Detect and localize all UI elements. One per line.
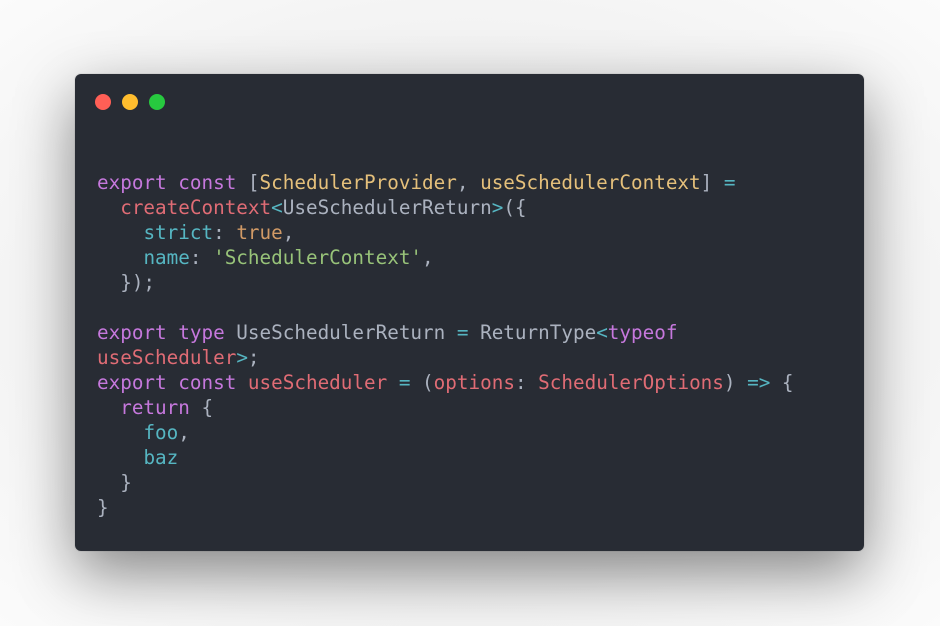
code-token: ReturnType bbox=[468, 321, 597, 344]
code-token: SchedulerOptions bbox=[538, 371, 724, 394]
code-token: < bbox=[596, 321, 608, 344]
code-token: > bbox=[491, 196, 504, 219]
code-line: baz bbox=[97, 445, 794, 470]
code-line: createContext<UseSchedulerReturn>({ bbox=[97, 195, 794, 220]
code-token: }); bbox=[97, 271, 156, 294]
code-token: type bbox=[178, 321, 225, 344]
code-token: return bbox=[120, 396, 190, 419]
code-token: strict bbox=[143, 221, 214, 244]
code-token: [ bbox=[236, 171, 260, 194]
code-token: ; bbox=[247, 346, 260, 369]
code-line: export type UseSchedulerReturn = ReturnT… bbox=[97, 320, 794, 345]
code-token: UseSchedulerReturn bbox=[282, 196, 492, 219]
code-token: = bbox=[456, 321, 469, 344]
maximize-button[interactable] bbox=[149, 94, 165, 110]
code-line: strict: true, bbox=[97, 220, 794, 245]
code-line: return { bbox=[97, 395, 794, 420]
code-token: : bbox=[213, 221, 237, 244]
code-token: , bbox=[456, 171, 481, 194]
code-token: : bbox=[189, 246, 214, 269]
code-token: true bbox=[236, 221, 283, 244]
code-token: useSchedulerContext bbox=[480, 171, 701, 194]
code-window: export const [SchedulerProvider, useSche… bbox=[75, 74, 864, 551]
code-token: : bbox=[514, 371, 539, 394]
code-token: ({ bbox=[503, 196, 527, 219]
code-line: export const useScheduler = (options: Sc… bbox=[97, 370, 794, 395]
code-token: typeof bbox=[607, 321, 678, 344]
code-token: useScheduler bbox=[97, 346, 237, 369]
code-token: ] bbox=[700, 171, 724, 194]
code-token: < bbox=[271, 196, 283, 219]
code-line: useScheduler>; bbox=[97, 345, 794, 370]
code-token: export bbox=[97, 321, 167, 344]
minimize-button[interactable] bbox=[122, 94, 138, 110]
code-token: } bbox=[97, 496, 109, 519]
code-line: foo, bbox=[97, 420, 794, 445]
code-token: name bbox=[143, 246, 190, 269]
code-line: }); bbox=[97, 270, 794, 295]
code-token: const bbox=[178, 371, 237, 394]
code-token: => bbox=[747, 371, 771, 394]
code-token: , bbox=[422, 246, 434, 269]
code-token: { bbox=[770, 371, 794, 394]
code-block: export const [SchedulerProvider, useSche… bbox=[97, 170, 794, 520]
code-token: , bbox=[178, 421, 190, 444]
code-token: ) bbox=[723, 371, 748, 394]
code-token: export bbox=[97, 371, 167, 394]
code-token: export bbox=[97, 171, 167, 194]
code-token: , bbox=[282, 221, 295, 244]
code-token: UseSchedulerReturn bbox=[224, 321, 457, 344]
code-token: SchedulerProvider bbox=[259, 171, 457, 194]
close-button[interactable] bbox=[95, 94, 111, 110]
code-token: = bbox=[398, 371, 411, 394]
code-token: const bbox=[178, 171, 237, 194]
code-token: } bbox=[97, 471, 132, 494]
code-token: 'SchedulerContext' bbox=[213, 246, 423, 269]
code-line: name: 'SchedulerContext', bbox=[97, 245, 794, 270]
code-line: } bbox=[97, 470, 794, 495]
code-token: options bbox=[433, 371, 515, 394]
code-token: createContext bbox=[120, 196, 272, 219]
code-line: } bbox=[97, 495, 794, 520]
code-token: > bbox=[236, 346, 248, 369]
code-token: baz bbox=[143, 446, 179, 469]
window-controls bbox=[95, 94, 165, 110]
code-token: = bbox=[723, 171, 736, 194]
code-token: ( bbox=[410, 371, 434, 394]
code-token: foo bbox=[143, 421, 179, 444]
code-token: useScheduler bbox=[247, 371, 388, 394]
code-line: export const [SchedulerProvider, useSche… bbox=[97, 170, 794, 195]
code-token: { bbox=[189, 396, 214, 419]
